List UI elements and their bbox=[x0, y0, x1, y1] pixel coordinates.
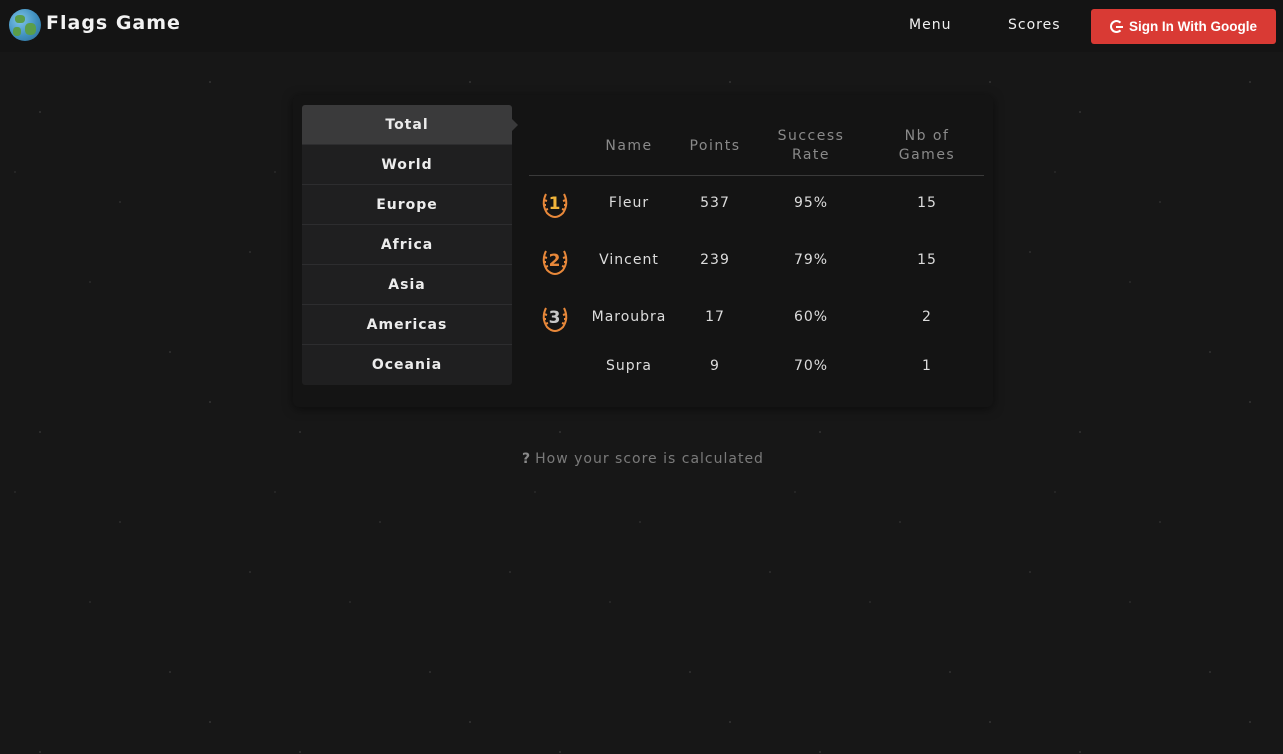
question-icon: ? bbox=[522, 451, 532, 467]
globe-icon[interactable] bbox=[9, 9, 41, 41]
nav-scores-link[interactable]: Scores bbox=[1008, 17, 1061, 33]
rank-3-medal-icon: 3 bbox=[535, 295, 575, 339]
player-name: Vincent bbox=[599, 252, 659, 268]
column-header-points: Points bbox=[689, 138, 741, 154]
region-tabs: Total World Europe Africa Asia Americas … bbox=[302, 105, 518, 385]
column-header-games-line1: Nb of bbox=[904, 128, 950, 144]
table-row: Supra 9 70% 1 bbox=[529, 344, 984, 388]
player-name: Maroubra bbox=[591, 309, 667, 325]
google-sign-in-button[interactable]: Sign In With Google bbox=[1091, 9, 1276, 44]
tab-oceania[interactable]: Oceania bbox=[302, 345, 512, 385]
player-games: 15 bbox=[917, 252, 937, 268]
player-success-rate: 60% bbox=[793, 309, 829, 325]
table-row: 3 Maroubra 17 60% 2 bbox=[529, 295, 984, 339]
column-header-name: Name bbox=[605, 138, 653, 154]
table-row: 2 Vincent 239 79% 15 bbox=[529, 238, 984, 282]
tab-world[interactable]: World bbox=[302, 145, 512, 185]
player-points: 239 bbox=[700, 252, 730, 268]
column-header-games: Nb of Games bbox=[885, 127, 969, 165]
column-header-success-rate-line1: Success bbox=[777, 128, 845, 144]
svg-text:2: 2 bbox=[549, 251, 562, 271]
svg-text:3: 3 bbox=[549, 308, 562, 328]
google-sign-in-label: Sign In With Google bbox=[1128, 19, 1258, 34]
player-success-rate: 95% bbox=[793, 195, 829, 211]
rank-2-medal-icon: 2 bbox=[535, 238, 575, 282]
tab-europe[interactable]: Europe bbox=[302, 185, 512, 225]
player-name: Fleur bbox=[608, 195, 650, 211]
player-points: 17 bbox=[705, 309, 725, 325]
tab-africa[interactable]: Africa bbox=[302, 225, 512, 265]
tab-asia[interactable]: Asia bbox=[302, 265, 512, 305]
player-points: 537 bbox=[700, 195, 730, 211]
table-row: 1 Fleur 537 95% 15 bbox=[529, 181, 984, 225]
player-games: 15 bbox=[917, 195, 937, 211]
rank-1-medal-icon: 1 bbox=[535, 181, 575, 225]
player-success-rate: 79% bbox=[793, 252, 829, 268]
svg-text:1: 1 bbox=[549, 194, 562, 214]
score-help-link[interactable]: ? How your score is calculated bbox=[522, 451, 764, 467]
tab-americas[interactable]: Americas bbox=[302, 305, 512, 345]
player-games: 2 bbox=[922, 309, 932, 325]
top-bar: Flags Game Menu Scores Sign In With Goog… bbox=[0, 0, 1283, 52]
column-header-success-rate-line2: Rate bbox=[791, 147, 831, 163]
column-header-success-rate: Success Rate bbox=[770, 127, 852, 165]
player-games: 1 bbox=[922, 358, 932, 374]
column-header-games-line2: Games bbox=[898, 147, 956, 163]
score-help-label: How your score is calculated bbox=[535, 451, 764, 467]
google-g-icon bbox=[1109, 20, 1123, 33]
header-divider bbox=[529, 175, 984, 176]
nav-menu-link[interactable]: Menu bbox=[909, 17, 951, 33]
player-points: 9 bbox=[710, 358, 720, 374]
brand-title[interactable]: Flags Game bbox=[46, 12, 181, 34]
player-success-rate: 70% bbox=[793, 358, 829, 374]
tab-total[interactable]: Total bbox=[302, 105, 518, 145]
player-name: Supra bbox=[606, 358, 652, 374]
